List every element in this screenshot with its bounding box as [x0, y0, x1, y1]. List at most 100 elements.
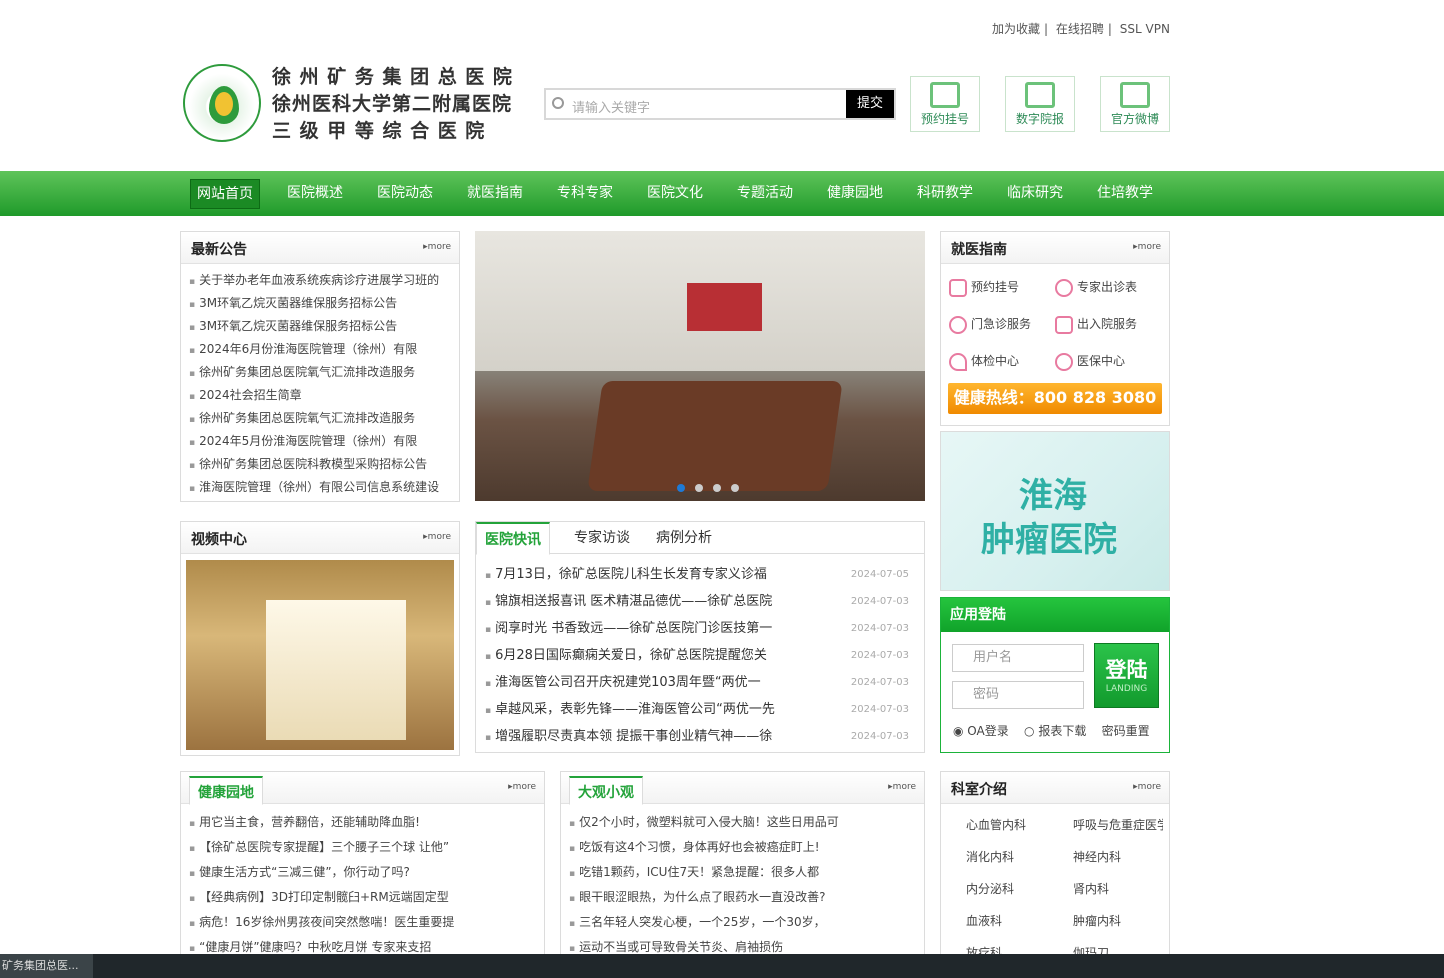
search-submit-button[interactable]: 提交 [846, 90, 894, 118]
dept-link[interactable]: 神经内科 [1073, 848, 1121, 865]
chart-icon [1055, 315, 1073, 334]
taskbar-window[interactable]: 矿务集团总医... [0, 954, 93, 978]
username-input[interactable]: 用户名 [952, 644, 1084, 672]
nav-home[interactable]: 网站首页 [190, 179, 260, 209]
news-item[interactable]: 卓越风采，表彰先锋——淮海医管公司“两优一先2024-07-03 [485, 696, 915, 723]
news-item[interactable]: 7月13日，徐矿总医院儿科生长发育专家义诊福2024-07-05 [485, 561, 915, 588]
list-item[interactable]: 徐州矿务集团总医院科教模型采购招标公告 [189, 453, 459, 476]
list-item[interactable]: 2024年5月份淮海医院管理（徐州）有限 [189, 430, 459, 453]
nav-research[interactable]: 科研教学 [910, 179, 980, 209]
guide-admission[interactable]: 出入院服务 [1055, 315, 1137, 334]
list-item[interactable]: 关于举办老年血液系统疾病诊疗进展学习班的 [189, 269, 459, 292]
tumor-hospital-banner[interactable]: 淮海 肿瘤医院 [940, 431, 1170, 591]
login-title: 应用登陆 [941, 598, 1169, 632]
more-link[interactable]: ▸more [1133, 242, 1161, 252]
guide-appointment[interactable]: 预约挂号 [949, 278, 1019, 297]
list-item[interactable]: 2024年6月份淮海医院管理（徐州）有限 [189, 338, 459, 361]
list-item[interactable]: 徐州矿务集团总医院氧气汇流排改造服务 [189, 361, 459, 384]
list-item[interactable]: 健康生活方式“三减三健”，你行动了吗? [189, 860, 544, 885]
announcements-panel: 最新公告 ▸more 关于举办老年血液系统疾病诊疗进展学习班的 3M环氧乙烷灭菌器… [180, 231, 460, 502]
news-item[interactable]: 锦旗相送报喜讯 医术精湛品德优——徐矿总医院2024-07-03 [485, 588, 915, 615]
dept-link[interactable]: 呼吸与危重症医学 [1073, 816, 1163, 833]
news-list: 7月13日，徐矿总医院儿科生长发育专家义诊福2024-07-05 锦旗相送报喜讯… [485, 561, 915, 750]
panel-title[interactable]: 大观小观 [569, 776, 643, 805]
list-item[interactable]: 用它当主食，营养翻倍，还能辅助降血脂! [189, 810, 544, 835]
plus-icon [949, 315, 967, 334]
list-item[interactable]: 吃饭有这4个习惯，身体再好也会被癌症盯上! [569, 835, 924, 860]
tab-case-analysis[interactable]: 病例分析 [656, 522, 712, 555]
news-item[interactable]: 增强履职尽责真本领 提振干事创业精气神——徐2024-07-03 [485, 723, 915, 750]
list-item[interactable]: 3M环氧乙烷灭菌器维保服务招标公告 [189, 315, 459, 338]
weibo-button[interactable]: 官方微博 [1100, 76, 1170, 132]
dept-link[interactable]: 肿瘤内科 [1073, 912, 1121, 929]
password-input[interactable]: 密码 [952, 681, 1084, 709]
carousel-dot[interactable] [677, 484, 685, 492]
news-item[interactable]: 淮海医管公司召开庆祝建党103周年暨“两优一2024-07-03 [485, 669, 915, 696]
list-item[interactable]: 仅2个小时，微塑料就可入侵大脑！这些日用品可 [569, 810, 924, 835]
more-link[interactable]: ▸more [423, 242, 451, 252]
vpn-link[interactable]: SSL VPN [1120, 22, 1170, 36]
tab-expert-interview[interactable]: 专家访谈 [574, 522, 630, 555]
favorite-link[interactable]: 加为收藏 [992, 22, 1040, 36]
news-carousel[interactable] [475, 231, 925, 501]
carousel-dot[interactable] [731, 484, 739, 492]
nav-training[interactable]: 住培教学 [1090, 179, 1160, 209]
nav-culture[interactable]: 医院文化 [640, 179, 710, 209]
hospital-logo[interactable] [183, 64, 261, 142]
more-link[interactable]: ▸more [888, 782, 916, 792]
guide-checkup[interactable]: 体检中心 [949, 352, 1019, 371]
carousel-dot[interactable] [713, 484, 721, 492]
list-item[interactable]: 2024社会招生简章 [189, 384, 459, 407]
main-nav: 网站首页 医院概述 医院动态 就医指南 专科专家 医院文化 专题活动 健康园地 … [0, 171, 1444, 216]
nav-activities[interactable]: 专题活动 [730, 179, 800, 209]
list-item[interactable]: 眼干眼涩眼热，为什么点了眼药水一直没改善? [569, 885, 924, 910]
tab-hospital-news[interactable]: 医院快讯 [476, 522, 550, 555]
nav-experts[interactable]: 专科专家 [550, 179, 620, 209]
list-item[interactable]: 三名年轻人突发心梗，一个25岁，一个30岁， [569, 910, 924, 935]
news-item[interactable]: 阅享时光 书香致远——徐矿总医院门诊医技第一2024-07-03 [485, 615, 915, 642]
dept-link[interactable]: 血液科 [966, 912, 1002, 929]
login-panel: 应用登陆 用户名 密码 登陆 LANDING ◉ OA登录 ○ 报表下载 密码重置 [940, 597, 1170, 753]
report-download-radio[interactable]: ○ 报表下载 [1024, 724, 1086, 738]
panel-title[interactable]: 健康园地 [189, 776, 263, 805]
dept-link[interactable]: 内分泌科 [966, 880, 1014, 897]
digital-paper-button[interactable]: 数字院报 [1005, 76, 1075, 132]
list-item[interactable]: 【经典病例】3D打印定制髋臼+RM远端固定型 [189, 885, 544, 910]
monitor-icon [949, 278, 967, 297]
heart-icon [949, 352, 967, 371]
dept-link[interactable]: 消化内科 [966, 848, 1014, 865]
list-item[interactable]: 吃错1颗药，ICU住7天！紧急提醒：很多人都 [569, 860, 924, 885]
more-link[interactable]: ▸more [1133, 782, 1161, 792]
list-item[interactable]: 徐州矿务集团总医院氧气汇流排改造服务 [189, 407, 459, 430]
meeting-table [587, 381, 843, 491]
list-item[interactable]: 3M环氧乙烷灭菌器维保服务招标公告 [189, 292, 459, 315]
nav-health[interactable]: 健康园地 [820, 179, 890, 209]
appointment-button[interactable]: 预约挂号 [910, 76, 980, 132]
login-options: ◉ OA登录 ○ 报表下载 密码重置 [953, 722, 1150, 739]
clock-icon [1055, 278, 1073, 297]
nav-guide[interactable]: 就医指南 [460, 179, 530, 209]
hospital-name-line2: 徐州医科大学第二附属医院 [272, 93, 513, 115]
list-item[interactable]: 淮海医院管理（徐州）有限公司信息系统建设 [189, 476, 459, 499]
guide-emergency[interactable]: 门急诊服务 [949, 315, 1031, 334]
nav-news[interactable]: 医院动态 [370, 179, 440, 209]
guide-schedule[interactable]: 专家出诊表 [1055, 278, 1137, 297]
oa-login-radio[interactable]: ◉ OA登录 [953, 724, 1009, 738]
list-item[interactable]: 【徐矿总医院专家提醒】三个腰子三个球 让他” [189, 835, 544, 860]
login-button[interactable]: 登陆 LANDING [1094, 643, 1159, 708]
dept-link[interactable]: 心血管内科 [966, 816, 1026, 833]
video-thumbnail[interactable] [186, 560, 454, 750]
dept-link[interactable]: 肾内科 [1073, 880, 1109, 897]
news-item[interactable]: 6月28日国际癫痫关爱日，徐矿总医院提醒您关2024-07-03 [485, 642, 915, 669]
separator: | [1044, 22, 1049, 36]
recruit-link[interactable]: 在线招聘 [1056, 22, 1104, 36]
reset-password-link[interactable]: 密码重置 [1102, 724, 1150, 738]
list-item[interactable]: 病危！16岁徐州男孩夜间突然憋喘！医生重要提 [189, 910, 544, 935]
carousel-dot[interactable] [695, 484, 703, 492]
search-input[interactable]: 请输入关键字 [572, 97, 650, 116]
guide-insurance[interactable]: 医保中心 [1055, 352, 1125, 371]
nav-overview[interactable]: 医院概述 [280, 179, 350, 209]
nav-clinical[interactable]: 临床研究 [1000, 179, 1070, 209]
more-link[interactable]: ▸more [423, 532, 451, 542]
more-link[interactable]: ▸more [508, 782, 536, 792]
